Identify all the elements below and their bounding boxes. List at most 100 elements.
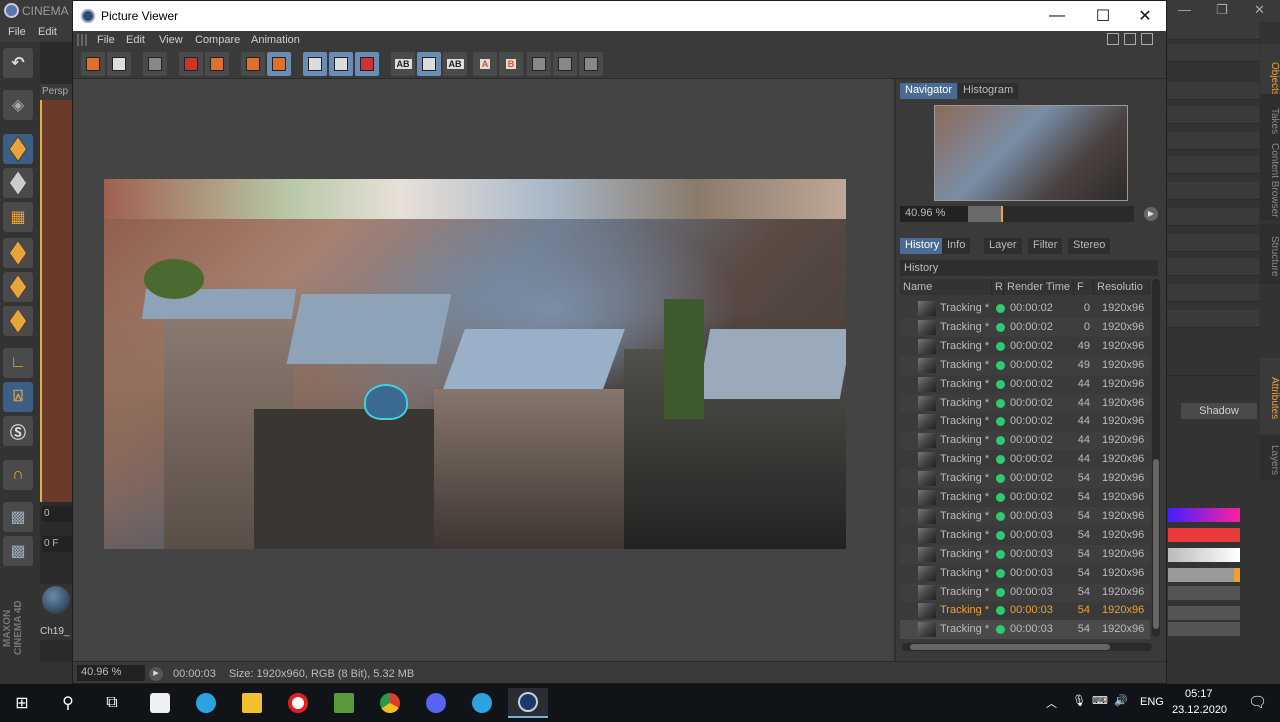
volume-icon[interactable]: 🔊	[1114, 694, 1128, 707]
object-row[interactable]	[1167, 208, 1259, 226]
magnet-button[interactable]: ∩	[3, 460, 33, 490]
c4d-menu-file[interactable]: File	[8, 26, 26, 38]
clock-time[interactable]: 05:17	[1185, 688, 1213, 700]
object-row[interactable]	[1167, 182, 1259, 200]
zoom-slider[interactable]	[968, 206, 1134, 222]
render-region-button[interactable]	[179, 52, 203, 76]
history-row[interactable]: Tracking * 00:00:02 44 1920x96	[900, 431, 1150, 451]
close-icon[interactable]: ✕	[1254, 2, 1265, 18]
zoom-apply-button[interactable]: ▶	[1144, 207, 1158, 221]
axis-mode-button[interactable]: ∟	[3, 348, 33, 378]
tab-navigator[interactable]: Navigator	[900, 83, 958, 99]
compare-ab2-button[interactable]: AB	[443, 52, 467, 76]
compare-1-button[interactable]	[527, 52, 551, 76]
history-row[interactable]: Tracking * 00:00:03 54 1920x96	[900, 620, 1150, 639]
compare-2-button[interactable]	[553, 52, 577, 76]
lock-workplane-button[interactable]: ▩	[3, 502, 33, 532]
close-button[interactable]: ✕	[1122, 1, 1168, 31]
history-row[interactable]: Tracking * 00:00:02 44 1920x96	[900, 375, 1150, 394]
history-row[interactable]: Tracking * 00:00:03 54 1920x96	[900, 544, 1150, 564]
move-icon[interactable]	[1141, 33, 1153, 45]
tab-attributes[interactable]: Attributes	[1260, 358, 1280, 434]
history-row[interactable]: Tracking * 00:00:02 54 1920x96	[900, 488, 1150, 507]
menu-animation[interactable]: Animation	[251, 34, 300, 46]
color-gradient-bar[interactable]	[1168, 508, 1240, 522]
tab-content-browser[interactable]: Content Browser	[1260, 136, 1280, 220]
undo-button[interactable]: ↶	[3, 48, 33, 78]
language-indicator[interactable]: ENG	[1140, 696, 1164, 708]
chevron-up-icon[interactable]: ︿	[1046, 695, 1057, 711]
col-name[interactable]: Name	[900, 279, 992, 295]
grid-button[interactable]	[143, 52, 167, 76]
history-row[interactable]: Tracking * 00:00:02 49 1920x96	[900, 355, 1150, 375]
history-row[interactable]: Tracking * 00:00:02 44 1920x96	[900, 450, 1150, 469]
col-f[interactable]: F	[1074, 279, 1094, 295]
object-mode-button[interactable]	[3, 134, 33, 164]
c4d-menu-edit[interactable]: Edit	[38, 26, 57, 38]
scroll-thumb[interactable]	[1153, 459, 1159, 629]
open-button[interactable]	[81, 52, 105, 76]
scroll-thumb-h[interactable]	[910, 644, 1110, 650]
history-row[interactable]: Tracking * 00:00:03 54 1920x96	[900, 526, 1150, 545]
play-button[interactable]: ▶	[149, 667, 163, 681]
microphone-icon[interactable]: 🎙	[1072, 694, 1086, 707]
polygons-mode-button[interactable]	[3, 306, 33, 336]
shadow-tab[interactable]: Shadow	[1181, 403, 1257, 419]
render-user-button[interactable]	[205, 52, 229, 76]
render-view-button[interactable]	[267, 52, 291, 76]
object-row[interactable]	[1167, 44, 1259, 62]
dropdown-3[interactable]	[1168, 622, 1240, 636]
history-row[interactable]: Tracking * 00:00:02 44 1920x96	[900, 393, 1150, 413]
zoom-slider-knob[interactable]	[1001, 206, 1004, 222]
chrome-button[interactable]	[370, 688, 410, 718]
dropdown-1[interactable]	[1168, 586, 1240, 600]
compare-3-button[interactable]	[579, 52, 603, 76]
store-button[interactable]	[140, 688, 180, 718]
tab-history[interactable]: History	[900, 238, 945, 254]
color-view-button[interactable]	[355, 52, 379, 76]
menu-view[interactable]: View	[159, 34, 183, 46]
edges-mode-button[interactable]	[3, 272, 33, 302]
save-button[interactable]	[107, 52, 131, 76]
tab-filter[interactable]: Filter	[1028, 238, 1063, 254]
history-vscroll[interactable]	[1152, 279, 1160, 637]
object-row[interactable]	[1167, 310, 1259, 328]
model-mode-button[interactable]: ◈	[3, 90, 33, 120]
history-row[interactable]: Tracking * 00:00:02 54 1920x96	[900, 469, 1150, 489]
history-row[interactable]: Tracking * 00:00:02 0 1920x96	[900, 299, 1150, 318]
object-row[interactable]	[1167, 258, 1259, 276]
history-row[interactable]: Tracking * 00:00:02 44 1920x96	[900, 412, 1150, 431]
maximize-button[interactable]: ☐	[1080, 1, 1126, 31]
zoom-field[interactable]: 40.96 %	[900, 206, 968, 222]
col-render-time[interactable]: Render Time	[1004, 279, 1074, 295]
object-row[interactable]	[1167, 234, 1259, 252]
history-row[interactable]: Tracking * 00:00:03 54 1920x96	[900, 564, 1150, 583]
rendered-image[interactable]	[104, 179, 846, 549]
clock-date[interactable]: 23.12.2020	[1172, 704, 1227, 716]
object-row[interactable]	[1167, 106, 1259, 124]
object-row[interactable]	[1167, 284, 1259, 302]
notifications-icon[interactable]: 🗨	[1248, 693, 1267, 711]
dropdown-2[interactable]	[1168, 606, 1240, 620]
navigator-thumbnail[interactable]	[934, 105, 1128, 201]
stop-render-button[interactable]	[241, 52, 265, 76]
workplane-button[interactable]: ▦	[3, 202, 33, 232]
slider-bar[interactable]	[1168, 568, 1240, 582]
search-button[interactable]: ⚲	[48, 688, 88, 718]
col-resolution[interactable]: Resolutio	[1094, 279, 1150, 295]
grey-gradient-bar[interactable]	[1168, 548, 1240, 562]
tab-layers[interactable]: Layers	[1260, 436, 1280, 480]
network-icon[interactable]: ⌨	[1092, 694, 1108, 707]
menu-file[interactable]: File	[97, 34, 115, 46]
cinema4d-button[interactable]	[508, 688, 548, 718]
new-panel-icon[interactable]	[1124, 33, 1136, 45]
discord-button[interactable]	[416, 688, 456, 718]
menu-edit[interactable]: Edit	[126, 34, 145, 46]
compare-ab-button[interactable]: AB	[391, 52, 415, 76]
set-b-button[interactable]: B	[499, 52, 523, 76]
minecraft-button[interactable]	[324, 688, 364, 718]
file-explorer-button[interactable]	[232, 688, 272, 718]
history-row[interactable]: Tracking * 00:00:03 54 1920x96	[900, 582, 1150, 602]
history-row[interactable]: Tracking * 00:00:03 54 1920x96	[900, 601, 1150, 620]
tab-info[interactable]: Info	[942, 238, 971, 254]
